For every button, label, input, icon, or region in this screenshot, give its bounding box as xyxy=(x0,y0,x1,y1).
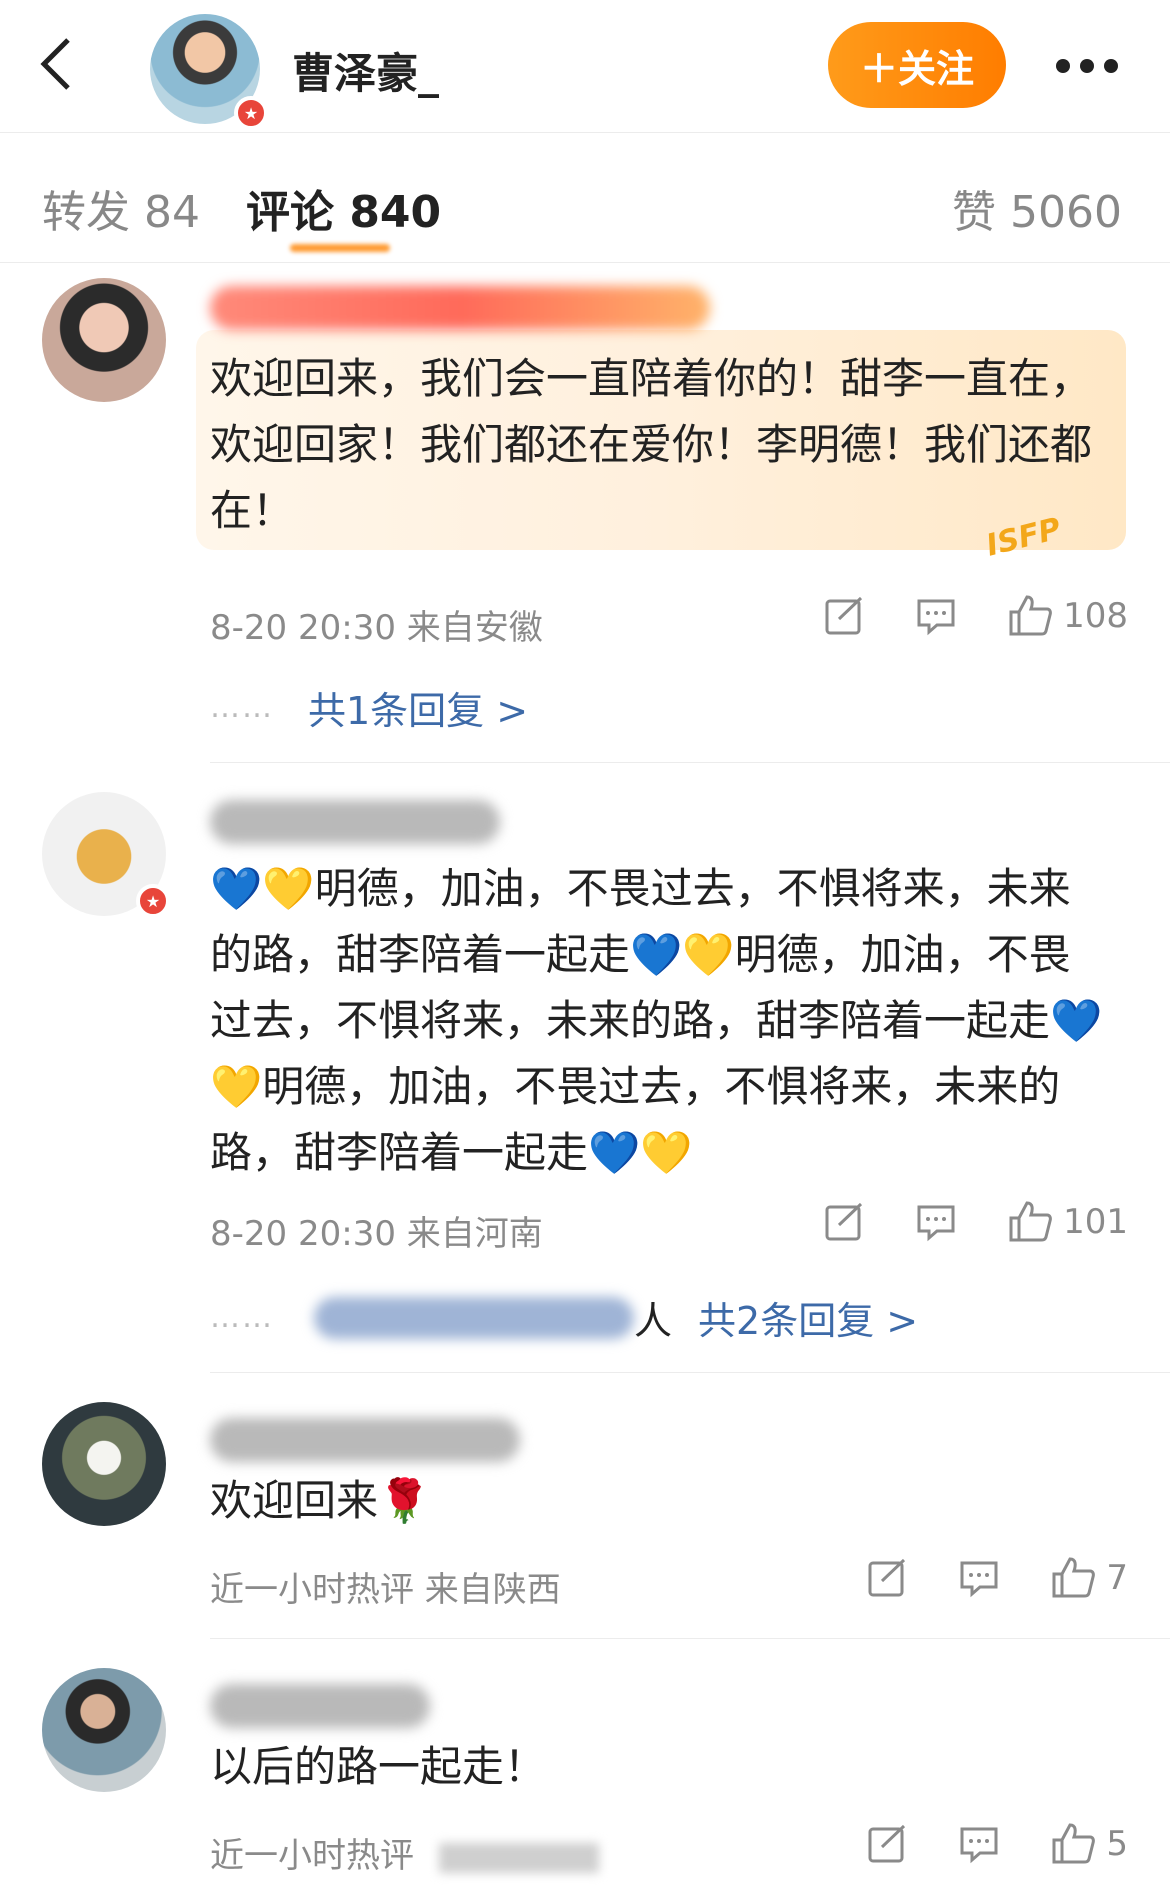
share-button[interactable] xyxy=(823,1201,865,1243)
like-button[interactable]: 108 xyxy=(1007,594,1128,638)
username-blurred[interactable] xyxy=(210,286,710,330)
comment-text: 欢迎回来🌹 xyxy=(210,1476,431,1525)
like-button[interactable]: 101 xyxy=(1007,1200,1128,1244)
like-button[interactable]: 7 xyxy=(1050,1556,1128,1600)
share-icon xyxy=(868,1558,906,1597)
replier-names-blurred xyxy=(314,1296,634,1339)
comment-actions: 108 xyxy=(773,594,1128,638)
username-blurred[interactable] xyxy=(210,1418,520,1462)
comment-text: 以后的路一起走！ xyxy=(210,1742,547,1791)
avatar[interactable]: ★ xyxy=(150,14,268,130)
comment-icon xyxy=(917,1205,955,1242)
share-icon xyxy=(868,1824,906,1863)
page-title[interactable]: 曹泽豪_ xyxy=(292,40,439,101)
comment-icon xyxy=(960,1561,998,1598)
like-button[interactable]: 5 xyxy=(1050,1822,1128,1866)
comment-icon xyxy=(960,1827,998,1864)
reply-button[interactable] xyxy=(915,1201,957,1243)
thumbs-up-icon xyxy=(1009,1201,1052,1242)
avatar[interactable] xyxy=(42,278,166,402)
like-count: 101 xyxy=(1063,1202,1128,1242)
avatar[interactable] xyxy=(42,1668,166,1792)
verified-badge-icon: ★ xyxy=(136,884,170,918)
comment-meta: 8-20 20:30 来自河南 xyxy=(210,1214,543,1254)
like-count: 5 xyxy=(1106,1824,1128,1864)
avatar[interactable] xyxy=(42,1402,166,1526)
divider xyxy=(210,1638,1170,1639)
comment-text: 欢迎回来，我们会一直陪着你的！甜李一直在，欢迎回家！我们都还在爱你！李明德！我们… xyxy=(210,354,1093,535)
tab-bar: 转发 84 评论 840 赞 5060 xyxy=(0,132,1170,263)
comment-icon xyxy=(917,599,955,636)
location-blurred xyxy=(438,1842,599,1873)
comment-meta: 近一小时热评 来自陕西 xyxy=(210,1570,561,1610)
reply-button[interactable] xyxy=(915,595,957,637)
share-button[interactable] xyxy=(823,595,865,637)
back-arrow-icon[interactable] xyxy=(34,32,78,96)
reply-button[interactable] xyxy=(958,1823,1000,1865)
thumbs-up-icon xyxy=(1052,1557,1096,1598)
like-count: 7 xyxy=(1106,1558,1128,1598)
replies-count: 共2条回复 > xyxy=(698,1299,919,1343)
comment-actions: 5 xyxy=(816,1822,1128,1866)
username-blurred[interactable] xyxy=(210,800,500,844)
replier-suffix: 人 xyxy=(634,1299,673,1343)
follow-button[interactable]: ＋关注 xyxy=(828,22,1006,108)
replies-count: 共1条回复 > xyxy=(308,689,529,733)
divider xyxy=(210,1372,1170,1373)
reply-dots: …… xyxy=(210,690,274,725)
top-bar: ★ 曹泽豪_ ＋关注 xyxy=(0,0,1170,133)
reply-button[interactable] xyxy=(958,1557,1000,1599)
share-icon xyxy=(825,1202,863,1241)
tab-comment[interactable]: 评论 840 xyxy=(246,176,441,240)
comment-meta: 近一小时热评 xyxy=(210,1828,599,1877)
thumbs-up-icon xyxy=(1009,595,1052,636)
divider xyxy=(210,762,1170,763)
share-icon xyxy=(825,596,863,635)
share-button[interactable] xyxy=(866,1557,908,1599)
tab-repost[interactable]: 转发 84 xyxy=(42,176,200,240)
tab-indicator xyxy=(290,244,390,252)
like-count: 108 xyxy=(1063,596,1128,636)
reply-dots: …… xyxy=(210,1300,274,1335)
comment-actions: 7 xyxy=(816,1556,1128,1600)
tab-like[interactable]: 赞 5060 xyxy=(952,176,1122,240)
comment-text: 💙💛明德，加油，不畏过去，不惧将来，未来的路，甜李陪着一起走💙💛明德，加油，不畏… xyxy=(210,864,1103,1177)
more-dots-icon[interactable] xyxy=(1056,52,1128,80)
view-replies-link[interactable]: …… 人 共2条回复 > xyxy=(210,1290,918,1345)
verified-badge-icon: ★ xyxy=(234,96,268,130)
thumbs-up-icon xyxy=(1052,1823,1096,1864)
view-replies-link[interactable]: …… 共1条回复 > xyxy=(210,680,528,735)
avatar[interactable]: ★ xyxy=(42,792,170,918)
username-blurred[interactable] xyxy=(210,1684,430,1728)
share-button[interactable] xyxy=(866,1823,908,1865)
comment-actions: 101 xyxy=(773,1200,1128,1244)
comment-meta: 8-20 20:30 来自安徽 xyxy=(210,608,543,648)
